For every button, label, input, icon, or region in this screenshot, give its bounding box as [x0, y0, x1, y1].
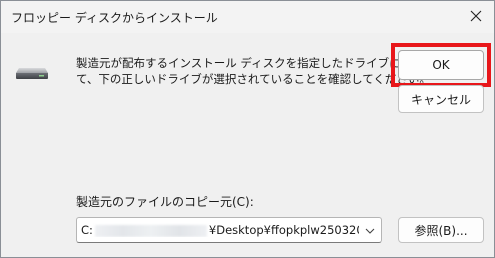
instruction-line-2: て、下の正しいドライブが選択されていることを確認してください。: [76, 72, 431, 86]
cancel-button[interactable]: キャンセル: [398, 85, 484, 113]
browse-button[interactable]: 参照(B)...: [398, 217, 484, 243]
dialog-body: 製造元が配布するインストール ディスクを指定したドライブに挿入し て、下の正しい…: [1, 33, 494, 257]
dropdown-button[interactable]: [363, 224, 377, 238]
close-button[interactable]: [464, 5, 488, 27]
copy-from-combobox[interactable]: C: ¥Desktop¥ffopkplw250320w6: [76, 217, 382, 243]
chevron-down-icon: [365, 228, 375, 234]
title-bar[interactable]: フロッピー ディスクからインストール: [1, 1, 494, 33]
ok-button-highlight: [391, 43, 491, 87]
floppy-drive-icon: [16, 68, 48, 79]
window-title: フロッピー ディスクからインストール: [11, 11, 218, 25]
instruction-line-1: 製造元が配布するインストール ディスクを指定したドライブに挿入し: [76, 56, 436, 70]
instruction-text: 製造元が配布するインストール ディスクを指定したドライブに挿入し て、下の正しい…: [76, 55, 436, 87]
redacted-path-segment: [94, 224, 207, 237]
close-icon: [470, 10, 482, 22]
path-rest-part: ¥Desktop¥ffopkplw250320w6: [208, 223, 359, 237]
path-drive-part: C:: [81, 223, 93, 237]
copy-from-label: 製造元のファイルのコピー元(C):: [76, 195, 254, 209]
install-from-disk-dialog: フロッピー ディスクからインストール 製造元が配布するインストール ディスクを指…: [0, 0, 495, 258]
copy-from-value[interactable]: C: ¥Desktop¥ffopkplw250320w6: [81, 223, 359, 237]
